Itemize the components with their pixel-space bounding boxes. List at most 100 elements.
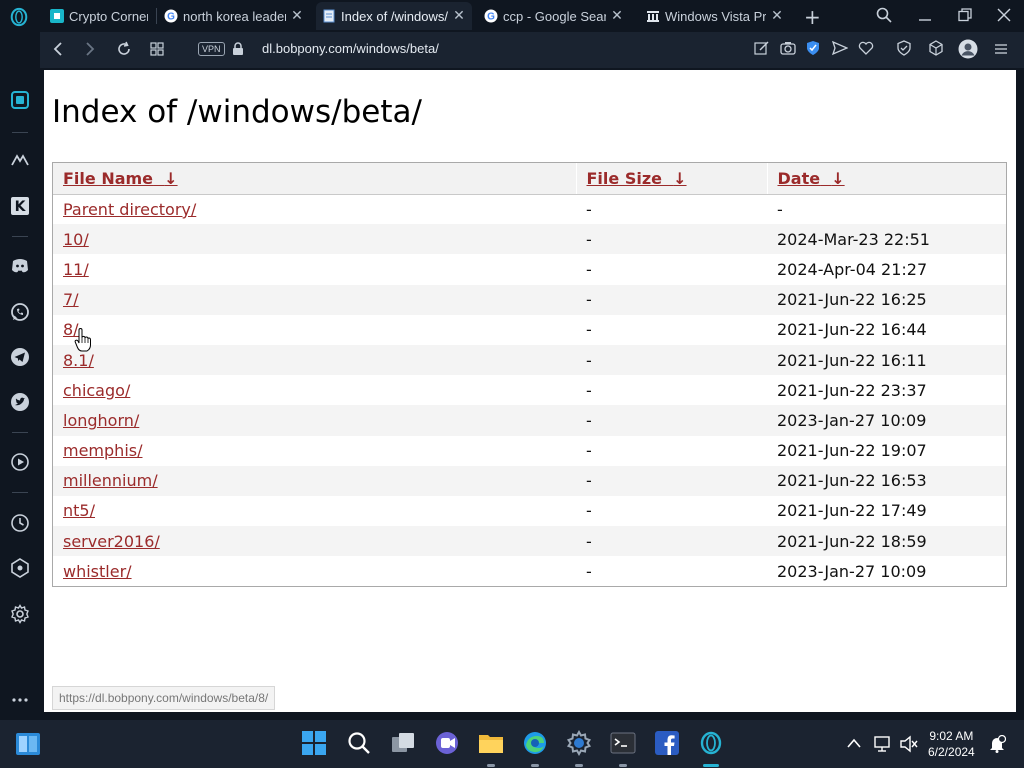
- close-tab-icon[interactable]: ✕: [452, 8, 466, 24]
- profile-avatar-icon[interactable]: [958, 39, 978, 59]
- folder-link-8-1[interactable]: 8.1/: [63, 351, 94, 370]
- close-tab-icon[interactable]: ✕: [610, 8, 624, 24]
- more-icon[interactable]: [10, 690, 30, 710]
- link-hover-status: https://dl.bobpony.com/windows/beta/8/: [52, 686, 276, 710]
- discord-icon[interactable]: [10, 256, 30, 276]
- heart-icon[interactable]: [858, 40, 874, 56]
- workspace-icon[interactable]: [10, 90, 30, 110]
- tab-north-korea[interactable]: G north korea leader ✕: [158, 2, 310, 30]
- volume-muted-icon[interactable]: [900, 735, 918, 753]
- file-explorer-icon[interactable]: [478, 730, 504, 756]
- sort-by-name-link[interactable]: File Name ↓: [63, 169, 178, 188]
- terminal-icon[interactable]: [610, 730, 636, 756]
- folder-link-nt5[interactable]: nt5/: [63, 501, 95, 520]
- parent-directory-link[interactable]: Parent directory/: [63, 200, 196, 219]
- sort-by-size-link[interactable]: File Size ↓: [587, 169, 687, 188]
- file-date: 2023-Jan-27 10:09: [767, 405, 1006, 436]
- folder-link-server2016[interactable]: server2016/: [63, 532, 160, 551]
- folder-link-millennium[interactable]: millennium/: [63, 471, 158, 490]
- clock-date: 6/2/2024: [928, 745, 975, 759]
- table-row: whistler/ - 2023-Jan-27 10:09: [53, 556, 1006, 586]
- address-toolbar: VPN dl.bobpony.com/windows/beta/: [40, 32, 1024, 68]
- extensions-cube-icon[interactable]: [928, 40, 944, 56]
- table-row: 7/ -2021-Jun-22 16:25: [53, 284, 1006, 315]
- folder-link-chicago[interactable]: chicago/: [63, 381, 130, 400]
- settings-gear-icon[interactable]: [10, 604, 30, 624]
- widgets-icon[interactable]: [15, 731, 41, 757]
- task-view-icon[interactable]: [390, 730, 416, 756]
- close-tab-icon[interactable]: ✕: [770, 8, 784, 24]
- tab-crypto-corner[interactable]: Crypto Corner: [44, 2, 154, 30]
- settings-app-icon[interactable]: [566, 730, 592, 756]
- vpn-badge[interactable]: VPN: [198, 42, 225, 56]
- minimize-icon[interactable]: [918, 8, 932, 22]
- table-row: 10/ -2024-Mar-23 22:51: [53, 224, 1006, 255]
- tab-title: north korea leader: [183, 8, 286, 24]
- show-hidden-icons-icon[interactable]: [846, 737, 862, 749]
- file-date: 2021-Jun-22 18:59: [767, 526, 1006, 557]
- camera-icon[interactable]: [780, 40, 796, 56]
- table-row: nt5/ - 2021-Jun-22 17:49: [53, 496, 1006, 526]
- file-date: -: [777, 199, 783, 219]
- shield-check-icon[interactable]: [896, 40, 912, 56]
- taskbar-search-icon[interactable]: [346, 730, 372, 756]
- edit-icon[interactable]: [754, 40, 770, 56]
- windows-start-icon[interactable]: [301, 730, 327, 756]
- history-clock-icon[interactable]: [10, 513, 30, 533]
- file-size: -: [586, 501, 592, 521]
- sort-by-date-link[interactable]: Date ↓: [778, 169, 845, 188]
- opera-taskbar-icon[interactable]: [698, 730, 724, 756]
- tab-windows-vista[interactable]: Windows Vista Pre ✕: [640, 2, 790, 30]
- tab-bar: Crypto Corner G north korea leader ✕ Ind…: [0, 0, 1024, 32]
- network-icon[interactable]: [874, 735, 892, 753]
- restore-icon[interactable]: [958, 8, 972, 22]
- back-icon[interactable]: [52, 42, 64, 56]
- system-clock[interactable]: 9:02 AM 6/2/2024: [928, 728, 975, 760]
- close-window-icon[interactable]: [997, 8, 1011, 22]
- address-bar-url[interactable]: dl.bobpony.com/windows/beta/: [262, 41, 439, 56]
- extensions-icon[interactable]: [10, 558, 30, 578]
- folder-link-whistler[interactable]: whistler/: [63, 562, 132, 581]
- table-row: longhorn/ -2023-Jan-27 10:09: [53, 405, 1006, 436]
- column-header-date: Date ↓: [766, 163, 1006, 195]
- tabs-grid-icon[interactable]: [150, 42, 164, 56]
- twitter-icon[interactable]: [10, 392, 30, 412]
- folder-link-11[interactable]: 11/: [63, 260, 89, 279]
- reload-icon[interactable]: [116, 41, 132, 57]
- folder-link-memphis[interactable]: memphis/: [63, 441, 142, 460]
- file-size: -: [586, 561, 592, 581]
- easy-setup-menu-icon[interactable]: [994, 42, 1008, 56]
- aria-icon[interactable]: [10, 150, 30, 170]
- whatsapp-icon[interactable]: [10, 302, 30, 322]
- file-date: 2021-Jun-22 19:07: [777, 441, 927, 461]
- table-row: 8/-2021-Jun-22 16:44: [53, 315, 1006, 345]
- player-icon[interactable]: [10, 452, 30, 472]
- forward-icon[interactable]: [84, 42, 96, 56]
- tab-ccp-google-search[interactable]: G ccp - Google Search ✕: [478, 2, 630, 30]
- lock-icon[interactable]: [232, 42, 244, 56]
- k-app-icon[interactable]: K: [10, 196, 30, 216]
- new-tab-button[interactable]: +: [804, 5, 821, 29]
- facebook-icon[interactable]: [654, 730, 680, 756]
- tab-title: Windows Vista Pre: [665, 8, 766, 24]
- send-icon[interactable]: [832, 40, 848, 56]
- search-tabs-icon[interactable]: [876, 7, 892, 23]
- close-tab-icon[interactable]: ✕: [290, 8, 304, 24]
- folder-link-10[interactable]: 10/: [63, 230, 89, 249]
- table-row: Parent directory/ - -: [53, 194, 1006, 224]
- teams-chat-icon[interactable]: [434, 730, 460, 756]
- notification-bell-icon[interactable]: [988, 735, 1006, 753]
- adblock-shield-icon[interactable]: [806, 40, 820, 56]
- folder-link-longhorn[interactable]: longhorn/: [63, 411, 139, 430]
- column-header-file-size: File Size ↓: [575, 163, 767, 195]
- tab-title: Crypto Corner: [69, 8, 148, 24]
- edge-icon[interactable]: [522, 730, 548, 756]
- folder-link-7[interactable]: 7/: [63, 290, 79, 309]
- tab-index-windows-beta[interactable]: Index of /windows/beta/ ✕: [316, 2, 472, 30]
- running-indicator: [531, 764, 539, 767]
- clock-time: 9:02 AM: [929, 729, 974, 743]
- file-date: 2021-Jun-22 23:37: [777, 380, 927, 400]
- telegram-icon[interactable]: [10, 347, 30, 367]
- running-indicator: [487, 764, 495, 767]
- opera-logo-icon[interactable]: [8, 7, 30, 27]
